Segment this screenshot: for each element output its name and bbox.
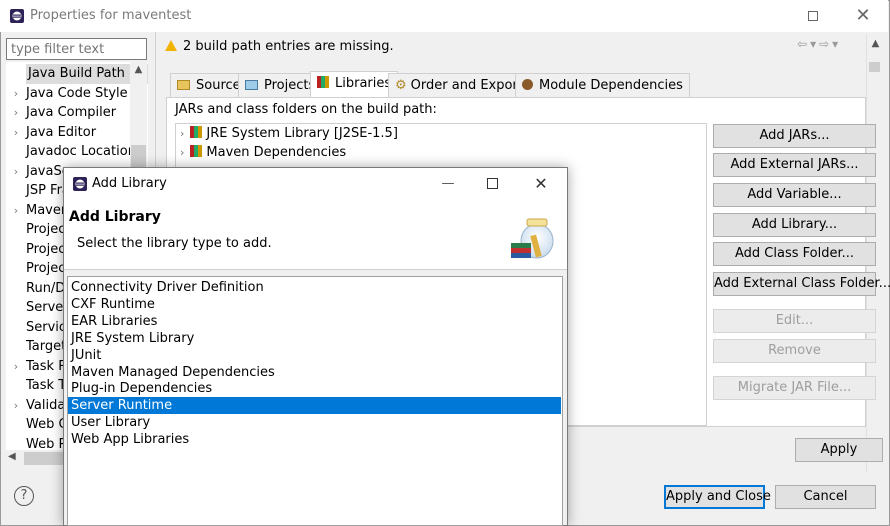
eclipse-app-icon [73, 177, 87, 191]
help-icon[interactable]: ? [14, 486, 34, 506]
forward-arrow-icon[interactable]: ⇨ [819, 37, 832, 51]
expand-chevron-icon[interactable]: › [180, 146, 184, 159]
tab-libraries[interactable]: Libraries [310, 71, 399, 98]
window-title: Properties for maventest [30, 8, 192, 23]
dialog-minimize-button[interactable]: — [425, 168, 471, 200]
jars-label: JARs and class folders on the build path… [175, 102, 437, 117]
tab-order-and-export[interactable]: ⚙ Order and Export [388, 73, 530, 97]
tab-source-label: Source [196, 78, 241, 93]
dialog-heading: Add Library [69, 209, 161, 225]
library-type-item[interactable]: User Library [68, 414, 561, 431]
library-type-item[interactable]: JRE System Library [68, 330, 561, 347]
add-jars-button[interactable]: Add JARs... [713, 124, 876, 148]
message-text: 2 build path entries are missing. [183, 39, 394, 54]
tree-item[interactable]: › Java Code Style [6, 84, 131, 104]
entry-label: Maven Dependencies [206, 145, 347, 160]
dialog-description: Select the library type to add. [77, 236, 272, 251]
expand-chevron-icon[interactable]: › [6, 123, 26, 143]
scroll-left-icon[interactable]: ◀ [8, 451, 16, 462]
close-button[interactable]: ✕ [840, 0, 886, 32]
tree-item[interactable]: › Java Compiler [6, 103, 131, 123]
back-menu-icon[interactable]: ▾ [810, 37, 819, 51]
tree-item[interactable]: › Java Editor [6, 123, 131, 143]
library-icon [190, 126, 203, 138]
add-class-folder-button[interactable]: Add Class Folder... [713, 242, 876, 266]
minimize-icon: — [441, 176, 455, 191]
scroll-up-icon[interactable]: ▲ [867, 38, 884, 49]
tab-order-label: Order and Export [410, 78, 523, 93]
library-banner-icon [511, 218, 554, 259]
tab-module-dependencies[interactable]: Module Dependencies [515, 73, 690, 97]
forward-menu-icon[interactable]: ▾ [832, 37, 841, 51]
library-icon [190, 145, 203, 157]
expand-chevron-icon[interactable]: › [6, 201, 26, 221]
expand-chevron-icon[interactable]: › [6, 357, 26, 377]
cancel-button[interactable]: Cancel [775, 485, 876, 509]
add-external-class-folder-button[interactable]: Add External Class Folder... [713, 272, 890, 296]
scroll-up-icon[interactable]: ▲ [130, 64, 147, 75]
libraries-icon [317, 76, 329, 88]
message-bar: 2 build path entries are missing. [165, 37, 394, 57]
library-type-item[interactable]: JUnit [68, 347, 561, 364]
dialog-close-button[interactable]: ✕ [518, 168, 564, 200]
tab-libraries-label: Libraries [335, 76, 392, 91]
tab-projects-label: Projects [264, 78, 316, 93]
close-icon: ✕ [855, 5, 871, 26]
library-type-item[interactable]: Web App Libraries [68, 431, 561, 448]
dialog-maximize-button[interactable] [470, 168, 516, 200]
add-variable-button[interactable]: Add Variable... [713, 183, 876, 207]
tab-source[interactable]: Source [170, 73, 248, 97]
maximize-icon [808, 11, 818, 21]
tab-module-label: Module Dependencies [539, 78, 683, 93]
remove-button[interactable]: Remove [713, 339, 876, 363]
add-external-jars-button[interactable]: Add External JARs... [713, 153, 876, 177]
library-type-item[interactable]: Plug-in Dependencies [68, 380, 561, 397]
build-path-entry[interactable]: › Maven Dependencies [180, 143, 346, 163]
expand-chevron-icon[interactable]: › [6, 103, 26, 123]
dialog-title: Add Library [92, 176, 167, 191]
library-type-item[interactable]: CXF Runtime [68, 296, 561, 313]
tree-item-label: Java Compiler [26, 105, 117, 120]
warning-icon [165, 40, 177, 51]
filter-input[interactable] [6, 38, 147, 60]
library-type-item[interactable]: Maven Managed Dependencies [68, 364, 561, 381]
apply-and-close-button[interactable]: Apply and Close [664, 485, 771, 509]
projects-icon [245, 80, 258, 90]
build-path-entry[interactable]: › JRE System Library [J2SE-1.5] [180, 124, 398, 144]
navigation-arrows[interactable]: ⇦▾⇨▾ [797, 37, 841, 51]
tree-item[interactable]: Javadoc Location [6, 142, 131, 162]
expand-chevron-icon[interactable]: › [6, 396, 26, 416]
tree-item-label: Java Code Style [26, 85, 128, 101]
entry-label: JRE System Library [J2SE-1.5] [206, 126, 398, 141]
eclipse-app-icon [10, 9, 24, 23]
tree-item-label: Java Build Path [28, 66, 125, 81]
add-library-button[interactable]: Add Library... [713, 213, 876, 237]
maximize-button[interactable] [790, 0, 836, 32]
expand-chevron-icon[interactable]: › [180, 127, 184, 140]
tree-item-label: Java Editor [26, 124, 97, 140]
library-type-item[interactable]: EAR Libraries [68, 313, 561, 330]
close-icon: ✕ [534, 174, 548, 193]
expand-chevron-icon[interactable]: › [6, 84, 26, 104]
source-folder-icon [177, 80, 190, 90]
expand-chevron-icon[interactable]: › [6, 162, 26, 182]
panel-scroll-thumb[interactable] [869, 62, 880, 72]
module-icon [522, 79, 533, 90]
maximize-icon [487, 178, 498, 189]
library-type-item[interactable]: Server Runtime [68, 397, 561, 415]
migrate-jar-button[interactable]: Migrate JAR File... [713, 376, 876, 400]
edit-button[interactable]: Edit... [713, 309, 876, 333]
apply-button[interactable]: Apply [795, 438, 883, 462]
tree-item-label: Javadoc Location [26, 144, 131, 159]
back-arrow-icon[interactable]: ⇦ [797, 37, 810, 51]
library-type-item[interactable]: Connectivity Driver Definition [68, 279, 561, 296]
order-export-icon: ⚙ [395, 78, 407, 93]
